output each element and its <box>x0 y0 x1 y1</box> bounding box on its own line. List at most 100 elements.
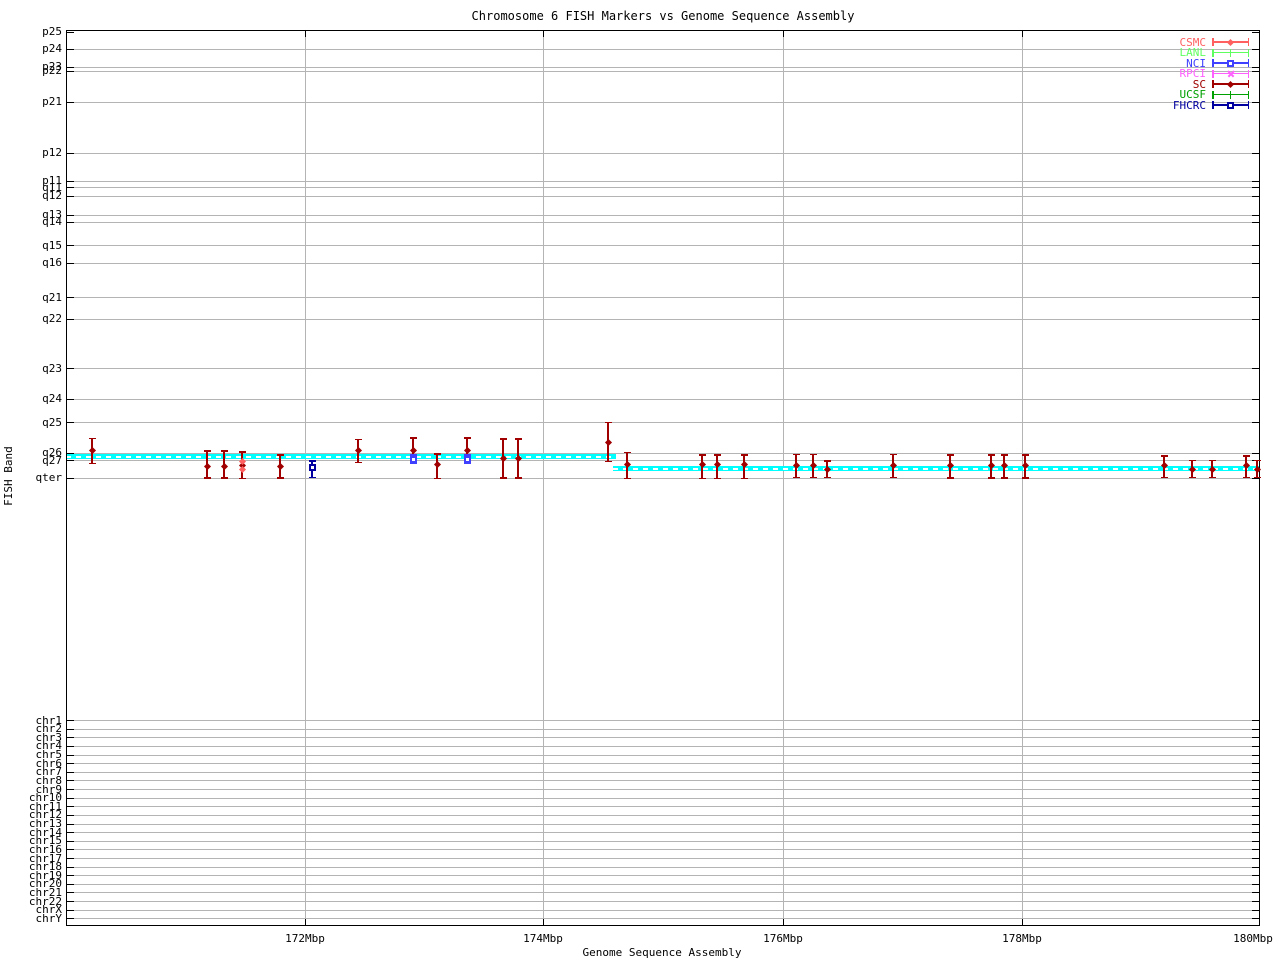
chr-label-chr10: chr10 <box>28 791 62 805</box>
y-tick-right <box>1252 918 1259 920</box>
errorbar-cap <box>698 454 706 456</box>
legend-sample-cap <box>1247 69 1249 78</box>
gridline-horizontal <box>67 797 1259 799</box>
legend-sample-cap <box>1212 101 1214 109</box>
chr-label-chr20: chr20 <box>28 877 62 891</box>
y-tick-left <box>67 101 74 103</box>
band-label-q21: q21 <box>42 290 62 304</box>
gridline-horizontal <box>67 368 1259 369</box>
errorbar-cap <box>823 476 831 479</box>
errorbar-cap <box>514 438 522 440</box>
gridline-horizontal <box>67 745 1259 747</box>
chr-label-chr3: chr3 <box>35 730 63 744</box>
gridline-horizontal <box>67 262 1259 264</box>
x-tick-bottom <box>1022 919 1023 925</box>
legend-sample-cap <box>1212 59 1214 67</box>
gridline-vertical <box>543 31 544 925</box>
chr-label-chr14: chr14 <box>28 825 62 839</box>
gridline-horizontal <box>67 814 1259 816</box>
y-tick-left <box>67 720 74 721</box>
chr-label-chr15: chr15 <box>28 834 62 848</box>
marker-diamond <box>1021 461 1029 469</box>
errorbar-line <box>412 438 414 463</box>
gridline-vertical <box>1022 31 1023 925</box>
y-tick-right <box>1252 745 1259 747</box>
errorbar-cap <box>220 450 228 452</box>
y-tick-left <box>67 66 74 68</box>
y-tick-right <box>1252 195 1259 197</box>
gridline-horizontal <box>67 737 1259 739</box>
y-tick-left <box>67 221 74 223</box>
y-tick-right <box>1252 780 1259 782</box>
x-tick-label: 174Mbp <box>523 932 563 945</box>
y-tick-right <box>1252 221 1259 223</box>
y-tick-left <box>67 814 74 816</box>
marker-open-square <box>463 456 471 463</box>
marker-diamond <box>1188 465 1196 473</box>
y-tick-left <box>67 858 74 859</box>
y-tick-right <box>1252 318 1259 320</box>
legend-sample-line <box>1212 51 1249 54</box>
marker-diamond <box>698 460 706 468</box>
gridline-horizontal <box>67 48 1259 50</box>
marker-diamond <box>463 446 471 454</box>
legend-sample-cap <box>1247 80 1249 88</box>
errorbar-cap <box>203 477 211 479</box>
errorbar-cap <box>1000 477 1008 479</box>
errorbar-cap <box>698 477 706 480</box>
marker-diamond <box>276 462 284 470</box>
errorbar-cap <box>433 453 441 455</box>
marker-diamond <box>238 466 246 474</box>
band-label-p23: p23 <box>42 60 62 73</box>
x-axis-label: Genome Sequence Assembly <box>582 946 742 959</box>
legend-sample-cap <box>1247 101 1249 109</box>
y-tick-left <box>67 318 74 320</box>
legend-sample-cap <box>1212 90 1214 99</box>
y-tick-left <box>67 866 74 868</box>
errorbar-cap <box>433 477 441 480</box>
y-tick-left <box>67 909 74 911</box>
marker-diamond <box>946 461 954 469</box>
band-label-q22: q22 <box>42 312 62 325</box>
legend-sample-line <box>1212 41 1249 43</box>
marker-diamond <box>238 457 246 465</box>
y-tick-right <box>1252 737 1259 739</box>
x-tick-top <box>543 31 544 37</box>
band-label-p11: p11 <box>42 174 62 187</box>
errorbar-line <box>412 455 414 464</box>
errorbar-cap <box>623 477 631 480</box>
legend-sample-line <box>1212 104 1249 106</box>
gridline-horizontal <box>67 763 1259 765</box>
errorbar-cap <box>1208 476 1216 479</box>
marker-diamond <box>889 461 897 469</box>
y-tick-right <box>1252 728 1259 730</box>
marker-diamond <box>220 462 228 470</box>
y-tick-left <box>67 195 74 197</box>
errorbar-cap <box>1253 459 1261 462</box>
errorbar-cap <box>203 450 211 452</box>
y-tick-right <box>1252 806 1259 808</box>
errorbar-cap <box>463 437 471 439</box>
gridline-horizontal <box>67 875 1259 877</box>
gridline-horizontal <box>67 771 1259 773</box>
errorbar-line <box>607 422 609 462</box>
gridline-horizontal <box>67 180 1259 182</box>
y-tick-left <box>67 771 74 773</box>
marker-diamond <box>409 446 417 454</box>
y-tick-left <box>67 901 74 903</box>
errorbar-line <box>1211 460 1213 478</box>
y-tick-right <box>1252 368 1259 369</box>
assembly-band-dash <box>613 468 1260 470</box>
fish-markers-chart: Chromosome 6 FISH Markers vs Genome Sequ… <box>0 0 1280 960</box>
band-label-q15: q15 <box>42 238 62 252</box>
y-tick-right <box>1252 901 1259 903</box>
errorbar-line <box>436 454 438 479</box>
y-tick-right <box>1252 814 1259 816</box>
y-tick-left <box>67 728 74 730</box>
errorbar-line <box>743 455 745 479</box>
marker-diamond <box>203 462 211 470</box>
marker-diamond <box>433 460 441 468</box>
legend-sample-line <box>1212 72 1249 75</box>
band-label-q16: q16 <box>42 256 62 269</box>
y-tick-left <box>67 840 74 842</box>
